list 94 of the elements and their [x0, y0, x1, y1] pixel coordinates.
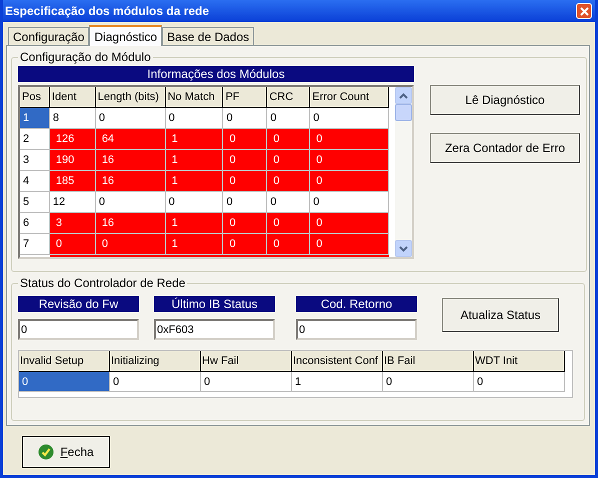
column-header: Error Count — [310, 87, 390, 108]
table-cell: 0 — [310, 129, 390, 150]
table-cell: 0 — [223, 234, 268, 255]
column-header: No Match — [166, 87, 224, 108]
table-cell: 1 — [166, 129, 224, 150]
table-cell: 185 — [50, 171, 96, 192]
table-cell: 0 — [383, 372, 474, 392]
table-cell: 1 — [166, 213, 224, 234]
table-cell: 0 — [310, 234, 390, 255]
action-button[interactable]: Zera Contador de Erro — [430, 133, 580, 163]
table-cell: 0 — [267, 150, 310, 171]
window-title: Especificação dos módulos da rede — [5, 4, 210, 18]
table-cell: 0 — [50, 234, 96, 255]
table-cell: 0 — [110, 372, 201, 392]
chevron-down-icon — [399, 246, 408, 252]
table-cell: 0 — [223, 108, 268, 129]
group-title: Status do Controlador de Rede — [19, 276, 186, 290]
close-dialog-button[interactable]: Fecha — [22, 436, 110, 468]
close-button[interactable] — [576, 3, 592, 19]
action-button[interactable]: Lê Diagnóstico — [430, 85, 580, 115]
table-cell: 0 — [96, 108, 166, 129]
column-header: WDT Init — [474, 351, 565, 372]
field-label: Revisão do Fw — [18, 296, 139, 312]
input-field[interactable]: 0 — [18, 319, 139, 340]
table-cell: 0 — [267, 192, 310, 213]
table-cell: 64 — [96, 129, 166, 150]
table-cell: 6 — [20, 213, 50, 234]
table-cell: 0 — [223, 171, 268, 192]
table-cell: 1 — [292, 372, 383, 392]
table-cell: 0 — [310, 150, 390, 171]
table-cell: 0 — [267, 213, 310, 234]
table-cell: 126 — [50, 129, 96, 150]
table-cell: 0 — [201, 372, 292, 392]
column-header: Ident — [50, 87, 96, 108]
table-cell: 0 — [166, 108, 224, 129]
table-cell: 16 — [96, 150, 166, 171]
table-cell: 0 — [223, 150, 268, 171]
scrollbar[interactable] — [395, 87, 412, 257]
table-cell: 0 — [267, 108, 310, 129]
table-cell: 5 — [20, 192, 50, 213]
table-cell: 1 — [20, 108, 50, 129]
table-cell: 0 — [96, 192, 166, 213]
checkmark-icon — [38, 444, 54, 460]
table-cell: 0 — [96, 234, 166, 255]
tab[interactable]: Diagnóstico — [89, 25, 162, 46]
close-icon — [580, 6, 588, 16]
table-cell: 12 — [50, 192, 96, 213]
column-header: PF — [223, 87, 268, 108]
table-cell: 0 — [267, 234, 310, 255]
table-cell: 1 — [166, 150, 224, 171]
field-label: Último IB Status — [154, 296, 275, 312]
table-cell: 8 — [50, 108, 96, 129]
tab[interactable]: Base de Dados — [162, 27, 254, 45]
table-cell: 1 — [166, 171, 224, 192]
field-label: Cod. Retorno — [296, 296, 417, 312]
column-header: Pos — [20, 87, 50, 108]
table-cell: 3 — [50, 213, 96, 234]
table-cell: 0 — [310, 213, 390, 234]
table-cell: 3 — [20, 150, 50, 171]
column-header: Hw Fail — [201, 351, 292, 372]
scroll-down-button[interactable] — [395, 240, 412, 257]
table-cell: 0 — [310, 171, 390, 192]
table-cell: 0 — [223, 192, 268, 213]
table-cell: 0 — [474, 372, 565, 392]
update-status-button[interactable]: Atualiza Status — [442, 298, 559, 332]
table-cell: 0 — [223, 213, 268, 234]
table-cell: 4 — [20, 171, 50, 192]
table-cell: 0 — [310, 108, 390, 129]
table-cell: 7 — [20, 234, 50, 255]
table-cell: 0 — [310, 192, 390, 213]
group-title: Configuração do Módulo — [19, 50, 152, 64]
table-cell: 16 — [96, 171, 166, 192]
input-field[interactable]: 0xF603 — [154, 319, 275, 340]
table-cell: 190 — [50, 150, 96, 171]
column-header: IB Fail — [383, 351, 474, 372]
column-header: CRC — [267, 87, 310, 108]
table-title: Informações dos Módulos — [18, 66, 414, 82]
table-cell: 2 — [20, 129, 50, 150]
column-header: Length (bits) — [96, 87, 166, 108]
table-cell: 0 — [19, 372, 110, 392]
column-header: Inconsistent Conf — [292, 351, 383, 372]
table-cell: 1 — [166, 234, 224, 255]
tab[interactable]: Configuração — [8, 27, 90, 45]
table-cell: 0 — [267, 129, 310, 150]
table-cell: 0 — [223, 129, 268, 150]
column-header: Initializing — [110, 351, 201, 372]
table-cell: 0 — [267, 171, 310, 192]
table-cell: 0 — [166, 192, 224, 213]
chevron-up-icon — [399, 92, 408, 98]
scroll-up-button[interactable] — [395, 87, 412, 104]
column-header: Invalid Setup — [19, 351, 110, 372]
input-field[interactable]: 0 — [296, 319, 417, 340]
table-cell: 16 — [96, 213, 166, 234]
scroll-thumb[interactable] — [395, 104, 412, 121]
